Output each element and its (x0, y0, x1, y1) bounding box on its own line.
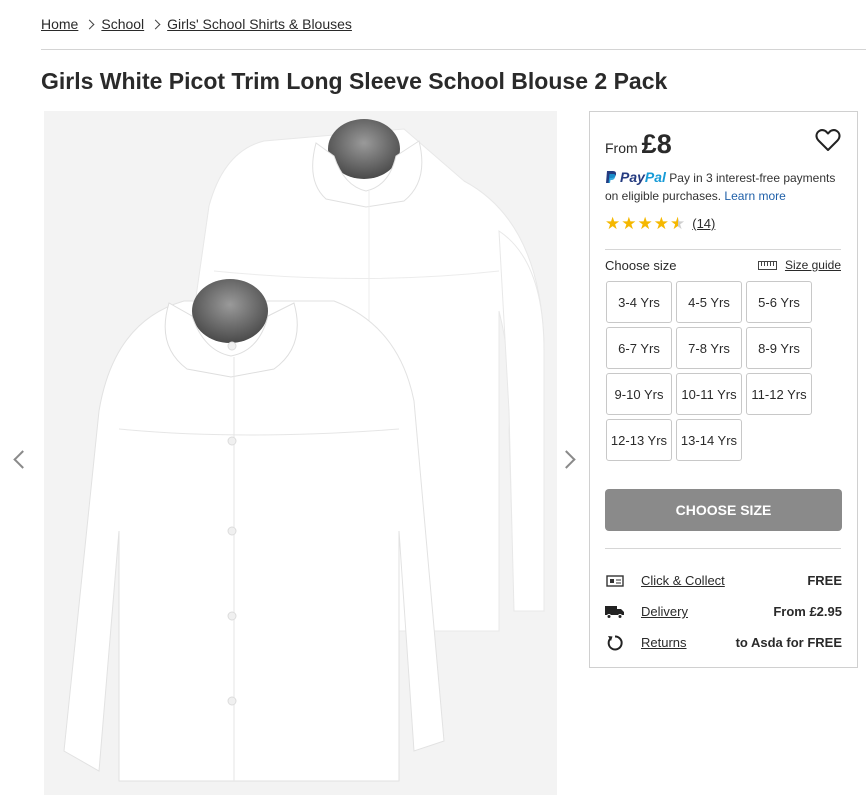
rating: ★ ★ ★ ★ ★ (14) (605, 215, 715, 232)
blouse-illustration (63, 119, 545, 782)
heart-icon[interactable] (815, 128, 841, 152)
size-option[interactable]: 10-11 Yrs (676, 373, 742, 415)
click-collect-price: FREE (807, 573, 842, 588)
divider (605, 249, 841, 250)
size-option[interactable]: 6-7 Yrs (606, 327, 672, 369)
product-image[interactable] (44, 111, 557, 795)
buy-box: From £8 PayPal Pay in 3 interest-free pa… (589, 111, 858, 668)
size-options: 3-4 Yrs 4-5 Yrs 5-6 Yrs 6-7 Yrs 7-8 Yrs … (606, 281, 812, 461)
paypal-learn-more-link[interactable]: Learn more (724, 189, 785, 203)
product-title: Girls White Picot Trim Long Sleeve Schoo… (41, 68, 668, 94)
size-guide-link[interactable]: Size guide (757, 258, 841, 272)
chevron-right-icon (84, 19, 95, 29)
price-from-label: From (605, 140, 638, 156)
chevron-right-icon (150, 19, 161, 29)
returns-info: to Asda for FREE (735, 635, 842, 650)
ruler-icon (757, 260, 777, 270)
star-icon: ★ (653, 214, 669, 233)
size-option[interactable]: 7-8 Yrs (676, 327, 742, 369)
price-row: From £8 (605, 129, 672, 160)
review-count-link[interactable]: (14) (692, 216, 715, 231)
delivery-price: From £2.95 (773, 604, 842, 619)
size-option[interactable]: 3-4 Yrs (606, 281, 672, 323)
star-icon: ★ (621, 214, 637, 233)
size-option[interactable]: 13-14 Yrs (676, 419, 742, 461)
paypal-logo: PayPal (620, 169, 666, 185)
chevron-right-icon[interactable] (557, 450, 576, 469)
breadcrumb: Home School Girls' School Shirts & Blous… (41, 16, 352, 32)
chevron-left-icon[interactable] (13, 450, 32, 469)
choose-size-label: Choose size (605, 258, 677, 273)
size-option[interactable]: 4-5 Yrs (676, 281, 742, 323)
delivery-row-click-collect: Click & Collect FREE (605, 565, 842, 596)
star-rating: ★ ★ ★ ★ ★ (605, 215, 686, 232)
header-divider (41, 49, 866, 50)
breadcrumb-school-link[interactable]: School (101, 16, 144, 32)
paypal-icon (606, 171, 617, 183)
divider (605, 548, 841, 549)
return-arrow-icon (605, 634, 625, 651)
returns-link[interactable]: Returns (641, 635, 736, 650)
breadcrumb-category-link[interactable]: Girls' School Shirts & Blouses (167, 16, 352, 32)
delivery-options: Click & Collect FREE Delivery From £2.95… (605, 565, 842, 658)
size-option[interactable]: 8-9 Yrs (746, 327, 812, 369)
size-guide-label[interactable]: Size guide (785, 258, 841, 272)
star-icon: ★ (637, 214, 653, 233)
price-value: £8 (641, 129, 672, 159)
truck-icon (605, 604, 625, 620)
store-icon (605, 573, 625, 589)
choose-size-button[interactable]: CHOOSE SIZE (605, 489, 842, 531)
star-icon: ★ (605, 214, 621, 233)
size-option[interactable]: 9-10 Yrs (606, 373, 672, 415)
breadcrumb-home-link[interactable]: Home (41, 16, 78, 32)
delivery-row-returns: Returns to Asda for FREE (605, 627, 842, 658)
paypal-message: PayPal Pay in 3 interest-free payments o… (605, 168, 850, 205)
size-option[interactable]: 11-12 Yrs (746, 373, 812, 415)
star-half-icon: ★ (670, 214, 686, 233)
size-option[interactable]: 5-6 Yrs (746, 281, 812, 323)
size-option[interactable]: 12-13 Yrs (606, 419, 672, 461)
delivery-link[interactable]: Delivery (641, 604, 773, 619)
click-collect-link[interactable]: Click & Collect (641, 573, 807, 588)
delivery-row-delivery: Delivery From £2.95 (605, 596, 842, 627)
